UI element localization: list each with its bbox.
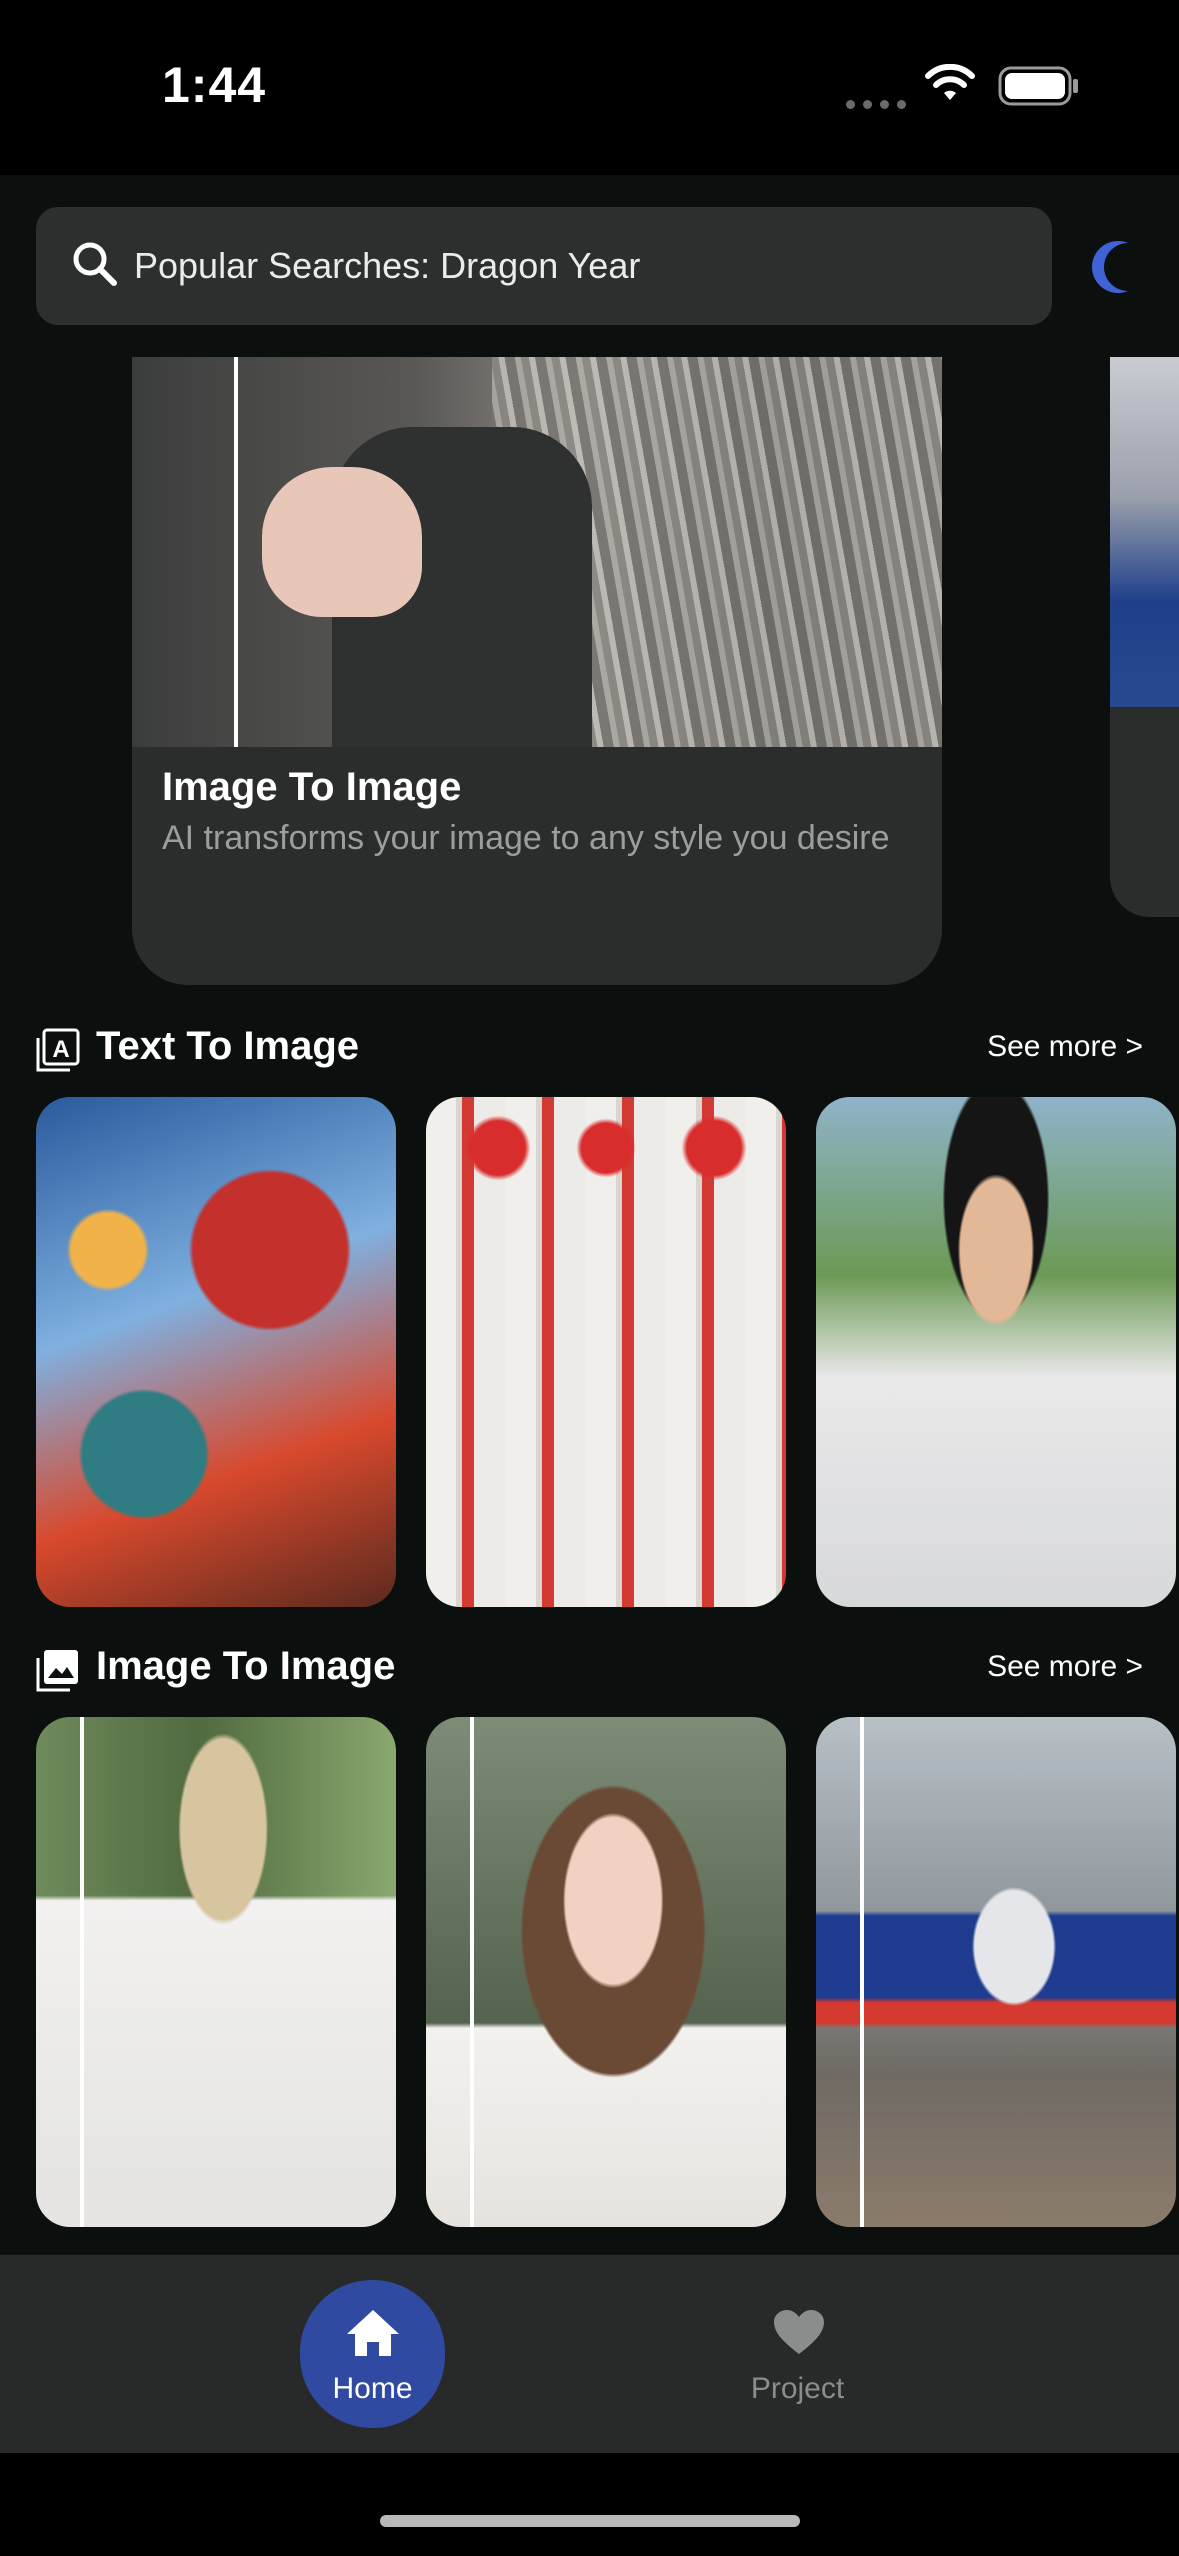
battery-icon xyxy=(998,66,1078,106)
search-placeholder: Popular Searches: Dragon Year xyxy=(134,245,641,286)
section-title: Image To Image xyxy=(96,1644,396,1688)
status-bar: 1:44 xyxy=(0,0,1179,175)
text-image-icon: A xyxy=(36,1028,80,1072)
see-more-link[interactable]: See more > xyxy=(987,1030,1143,1064)
next-featured-card[interactable] xyxy=(1110,357,1179,917)
featured-image xyxy=(132,357,942,747)
tab-home-label: Home xyxy=(332,2372,413,2405)
home-indicator-area xyxy=(0,2453,1179,2556)
heart-icon xyxy=(774,2310,824,2354)
wifi-icon xyxy=(925,64,975,100)
section-header-text-to-image: A Text To Image See more > xyxy=(36,1018,1143,1078)
home-screen: Popular Searches: Dragon Year Image To I… xyxy=(0,175,1179,2255)
search-icon xyxy=(73,242,117,286)
tab-project-label: Project xyxy=(750,2372,845,2405)
signal-dots-icon xyxy=(846,96,914,114)
section-title: Text To Image xyxy=(96,1024,360,1068)
gallery-tile[interactable] xyxy=(816,1097,1176,1607)
featured-description: AI transforms your image to any style yo… xyxy=(162,819,890,857)
moon-icon[interactable] xyxy=(1088,239,1134,295)
text-to-image-row xyxy=(36,1097,1179,1607)
compare-divider[interactable] xyxy=(234,357,238,747)
status-time: 1:44 xyxy=(162,57,267,113)
tab-project[interactable]: Project xyxy=(730,2280,865,2428)
svg-text:A: A xyxy=(52,1036,69,1063)
see-more-link[interactable]: See more > xyxy=(987,1650,1143,1684)
compare-divider[interactable] xyxy=(860,1717,864,2227)
featured-title: Image To Image xyxy=(162,765,462,809)
gallery-tile[interactable] xyxy=(426,1717,786,2227)
gallery-icon xyxy=(36,1650,78,1692)
gallery-tile[interactable] xyxy=(426,1097,786,1607)
search-bar[interactable]: Popular Searches: Dragon Year xyxy=(36,207,1052,325)
featured-card[interactable]: Image To Image AI transforms your image … xyxy=(132,357,942,985)
compare-divider[interactable] xyxy=(470,1717,474,2227)
tab-bar: Home Project xyxy=(0,2255,1179,2453)
gallery-tile[interactable] xyxy=(36,1097,396,1607)
image-to-image-row xyxy=(36,1717,1179,2227)
gallery-tile[interactable] xyxy=(36,1717,396,2227)
tab-home[interactable]: Home xyxy=(300,2280,445,2428)
gallery-tile[interactable] xyxy=(816,1717,1176,2227)
home-indicator[interactable] xyxy=(380,2515,800,2527)
compare-divider[interactable] xyxy=(80,1717,84,2227)
home-icon xyxy=(347,2310,399,2356)
section-header-image-to-image: Image To Image See more > xyxy=(36,1638,1143,1698)
